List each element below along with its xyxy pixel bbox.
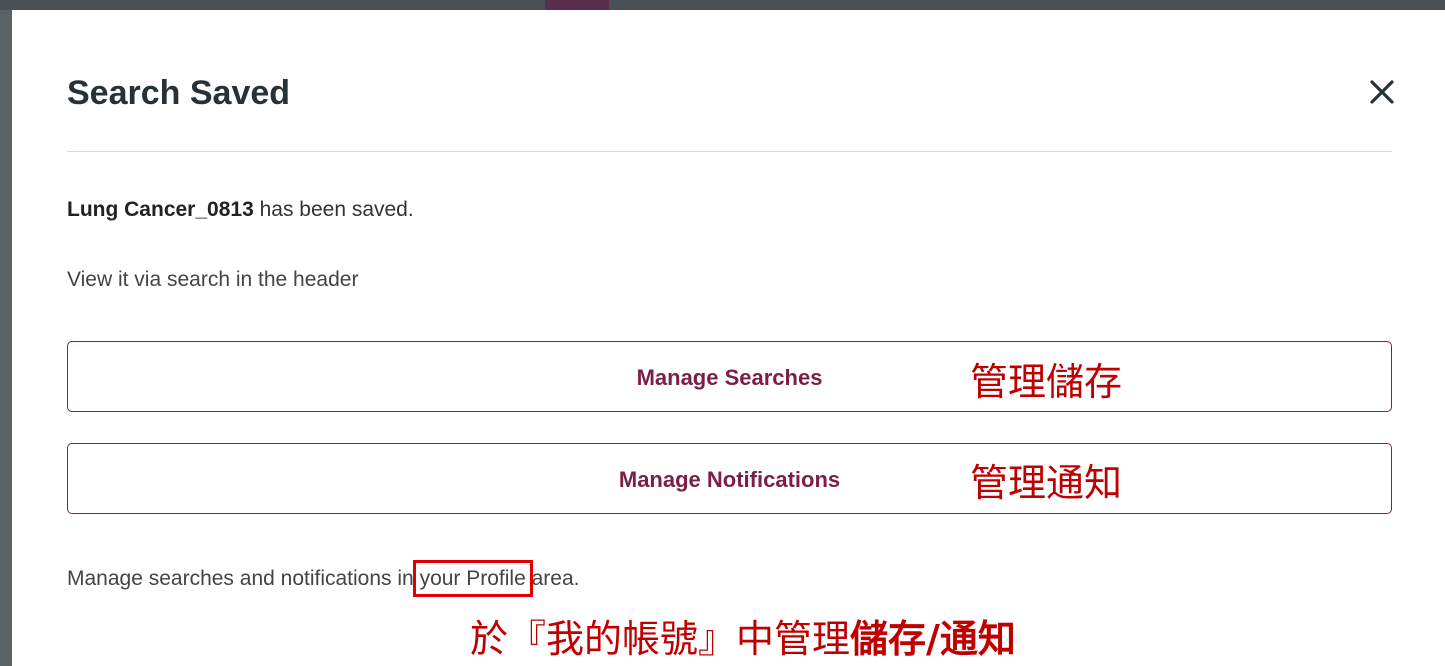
manage-searches-label: Manage Searches <box>636 365 823 390</box>
manage-notifications-label: Manage Notifications <box>618 467 841 492</box>
view-hint: View it via search in the header <box>67 268 359 291</box>
annotation-manage-notifications: 管理通知 <box>970 461 1123 505</box>
divider <box>67 151 1392 152</box>
manage-searches-button[interactable]: Manage Searches <box>67 341 1392 412</box>
close-button[interactable] <box>1362 72 1402 112</box>
search-saved-modal: Search Saved Lung Cancer_0813 has been s… <box>12 10 1445 666</box>
annotation-manage-searches: 管理儲存 <box>970 360 1123 404</box>
modal-title: Search Saved <box>67 74 291 112</box>
background-header <box>0 0 1445 10</box>
saved-search-name: Lung Cancer_0813 <box>67 198 254 221</box>
background-accent <box>545 0 609 10</box>
footer-suffix: area. <box>525 567 580 590</box>
saved-message: Lung Cancer_0813 has been saved. <box>67 198 414 222</box>
footer-prefix: Manage searches and notifications in <box>67 567 420 590</box>
profile-footer-text: Manage searches and notifications in you… <box>67 560 580 597</box>
annotation-footer: 於『我的帳號』中管理儲存/通知 <box>470 608 1016 663</box>
annotation-footer-prefix: 於『我的帳號』中管理 <box>470 617 851 661</box>
saved-message-suffix: has been saved. <box>253 198 414 221</box>
profile-link[interactable]: your Profile <box>412 560 533 597</box>
manage-notifications-button[interactable]: Manage Notifications <box>67 443 1392 514</box>
close-icon <box>1370 80 1394 104</box>
annotation-footer-bold: 儲存/通知 <box>850 617 1016 661</box>
